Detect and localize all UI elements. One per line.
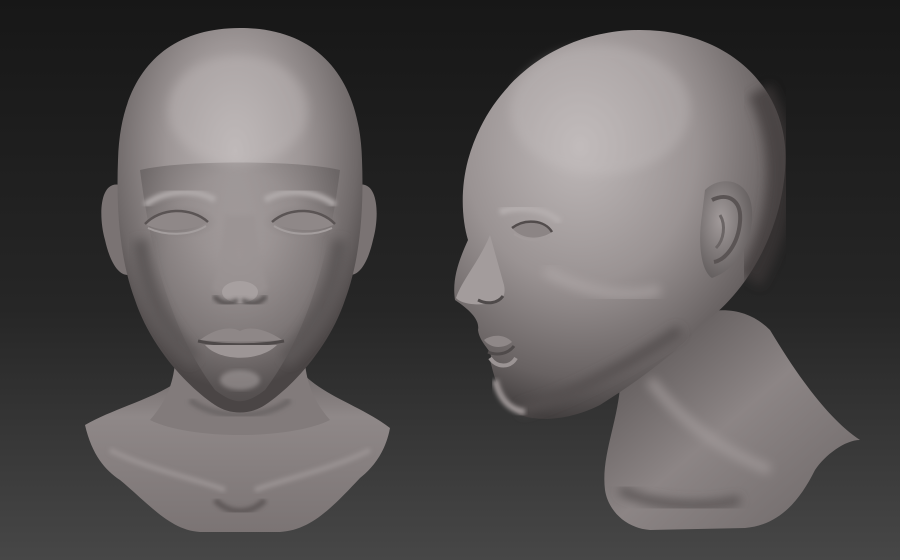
front-view-bust	[85, 28, 390, 532]
front-right-eye	[262, 204, 342, 240]
render-viewport	[0, 0, 900, 560]
front-left-eye	[138, 204, 218, 240]
clay-render-canvas	[0, 0, 900, 560]
